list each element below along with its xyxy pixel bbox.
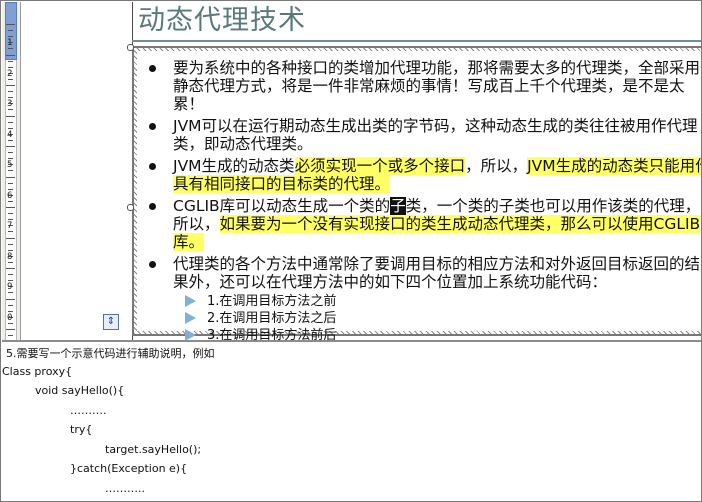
ruler-tick xyxy=(6,237,15,239)
title-underline xyxy=(132,40,701,42)
ruler-number: 1 xyxy=(7,38,13,48)
bullet-item[interactable]: 要为系统中的各种接口的类增加代理功能，那将需要太多的代理类，全部采用静态代理方式… xyxy=(145,59,701,113)
ruler-tick xyxy=(8,292,13,294)
bullet-item[interactable]: 代理类的各个方法中通常除了要调用目标的相应方法和对外返回目标返回的结果外，还可以… xyxy=(145,255,701,340)
bullet-dot-icon xyxy=(149,65,156,72)
expand-vertical-icon: ⇕ xyxy=(106,316,116,327)
bullet-text: JVM生成的动态类 xyxy=(173,157,295,175)
ruler-tick xyxy=(6,298,15,300)
ruler-tick xyxy=(6,146,15,147)
ruler-tick xyxy=(8,188,13,190)
ruler-tick xyxy=(6,54,15,56)
ruler-tick xyxy=(8,152,13,154)
ruler-tick xyxy=(8,249,13,251)
sub-list: 1.在调用目标方法之前2.在调用目标方法之后3.在调用目标方法前后4.在处理目标… xyxy=(173,293,701,340)
slide-canvas[interactable]: 动态代理技术 要为系统中的各种接口的类增加代理功能，那将需要太多的代理类，全部采… xyxy=(122,2,701,340)
ruler-tick xyxy=(6,115,15,117)
ruler-tick xyxy=(8,139,13,141)
ruler-number: 2 xyxy=(7,68,13,79)
bullet-text: JVM可以在运行期动态生成出类的字节码，这种动态生成的类往往被用作代理类，即动态… xyxy=(173,117,698,153)
ruler-tick xyxy=(8,243,13,245)
notes-line: void sayHello(){ xyxy=(35,384,125,397)
textbox-body[interactable]: 要为系统中的各种接口的类增加代理功能，那将需要太多的代理类，全部采用静态代理方式… xyxy=(137,51,701,340)
sub-list-text: 3.在调用目标方法前后 xyxy=(207,328,337,340)
highlighted-text: 如果要为一个没有实现接口的类生成动态代理类，那么可以使用CGLIB库。 xyxy=(173,215,701,251)
ruler-tick xyxy=(8,121,13,123)
powerpoint-window: 1 2 3 4 5 6 7 8 9 0 ⇕ 动态代理技术 要为系统中的各种接口的类增加代理功能，那… xyxy=(0,0,702,502)
arrow-bullet-icon xyxy=(185,295,196,307)
ruler-tick xyxy=(8,310,13,312)
sub-list-text: 1.在调用目标方法之前 xyxy=(207,294,337,309)
ruler-tick xyxy=(6,207,15,208)
sub-list-text: 2.在调用目标方法之后 xyxy=(207,311,337,326)
bullet-text: 要为系统中的各种接口的类增加代理功能，那将需要太多的代理类，全部采用静态代理方式… xyxy=(173,59,701,113)
ruler-number: 7 xyxy=(7,221,13,231)
ruler-tick xyxy=(8,127,13,129)
slide-gutter xyxy=(21,2,121,340)
ruler-tick xyxy=(6,176,15,178)
ruler-tick xyxy=(8,231,13,233)
ruler-number: 9 xyxy=(7,282,13,292)
ruler-tick xyxy=(8,66,13,68)
ruler-tick xyxy=(8,48,13,50)
arrow-bullet-icon xyxy=(185,329,196,340)
ruler-tick xyxy=(8,261,13,263)
ruler-tick xyxy=(8,335,13,337)
notes-line: ……….. xyxy=(105,481,145,495)
ruler-number: 5 xyxy=(7,160,13,170)
bullet-dot-icon xyxy=(149,203,156,210)
ruler-number: 3 xyxy=(7,99,13,109)
vertical-ruler[interactable]: 1 2 3 4 5 6 7 8 9 0 xyxy=(2,2,21,340)
notes-line: target.sayHello(); xyxy=(105,442,202,456)
ruler-tick xyxy=(8,109,13,111)
ruler-tick xyxy=(8,200,13,202)
resize-handle-top-left[interactable] xyxy=(127,44,134,51)
arrow-bullet-icon xyxy=(185,312,196,324)
bullet-item[interactable]: JVM可以在运行期动态生成出类的字节码，这种动态生成的类往往被用作代理类，即动态… xyxy=(145,117,701,153)
ruler-tick xyxy=(8,322,13,324)
ruler-tick xyxy=(8,213,13,215)
bullet-dot-icon xyxy=(149,163,156,170)
ruler-tick xyxy=(8,304,13,306)
sub-list-item[interactable]: 1.在调用目标方法之前 xyxy=(173,293,701,310)
ruler-number: 8 xyxy=(7,251,13,262)
ruler-tick xyxy=(8,91,13,93)
bullet-item[interactable]: CGLIB库可以动态生成一个类的子类，一个类的子类也可以用作该类的代理，所以，如… xyxy=(145,197,701,251)
ruler-tick xyxy=(6,24,15,25)
bullet-text: CGLIB库可以动态生成一个类的 xyxy=(173,197,391,215)
ruler-tick xyxy=(8,274,13,276)
notes-line: 5.需要写一个示意代码进行辅助说明，例如 xyxy=(6,347,215,360)
notes-line: Class proxy{ xyxy=(2,364,73,378)
slide-title[interactable]: 动态代理技术 xyxy=(138,4,306,38)
notes-pane[interactable]: 5.需要写一个示意代码进行辅助说明，例如 Class proxy{ void say… xyxy=(2,342,701,501)
content-textbox[interactable]: 要为系统中的各种接口的类增加代理功能，那将需要太多的代理类，全部采用静态代理方式… xyxy=(132,46,701,340)
ruler-number: 0 xyxy=(7,312,13,323)
bullet-text: 代理类的各个方法中通常除了要调用目标的相应方法和对外返回目标返回的结果外，还可以… xyxy=(173,255,701,291)
ruler-number: 6 xyxy=(7,190,13,201)
bullet-dot-icon xyxy=(149,123,156,130)
sub-list-item[interactable]: 2.在调用目标方法之后 xyxy=(173,310,701,327)
highlighted-text: 必须实现一个或多个接口 xyxy=(294,157,466,175)
sub-list-item[interactable]: 3.在调用目标方法前后 xyxy=(173,327,701,340)
ruler-tick xyxy=(6,268,15,269)
ruler-number: 4 xyxy=(7,129,13,140)
ruler-tick xyxy=(8,30,13,32)
bullet-item[interactable]: JVM生成的动态类必须实现一个或多个接口，所以，JVM生成的动态类只能用作具有相… xyxy=(145,157,701,193)
resize-handle-middle-left[interactable] xyxy=(127,204,134,211)
ruler-tick xyxy=(8,182,13,184)
ruler-tick xyxy=(8,170,13,172)
bullet-text: ，所以， xyxy=(465,157,528,175)
ruler-tick xyxy=(6,329,15,330)
ruler-tick xyxy=(6,85,15,86)
bullet-list: 要为系统中的各种接口的类增加代理功能，那将需要太多的代理类，全部采用静态代理方式… xyxy=(145,59,701,340)
bullet-dot-icon xyxy=(149,261,156,268)
notes-line: }catch(Exception e){ xyxy=(70,462,188,475)
ruler-tick xyxy=(8,60,13,62)
notes-line: ………. xyxy=(70,403,107,417)
notes-line: try{ xyxy=(70,423,93,436)
selected-text: 子 xyxy=(390,197,406,215)
ruler-tick xyxy=(8,78,13,80)
fit-slide-button[interactable]: ⇕ xyxy=(103,314,119,330)
